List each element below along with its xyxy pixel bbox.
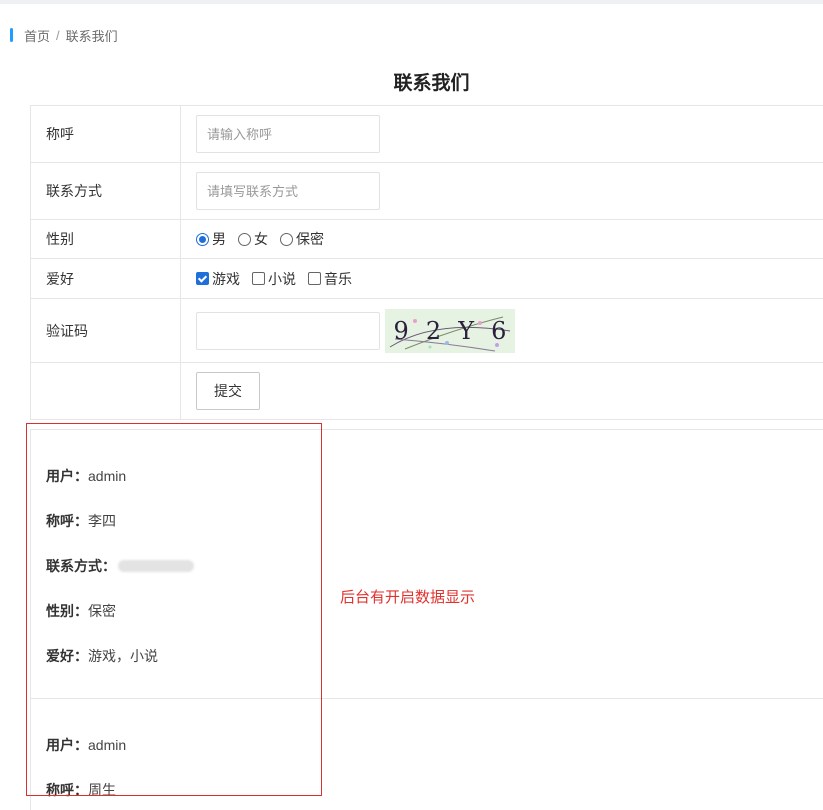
record-user-label: 用户： [46,737,88,753]
breadcrumb: 首页 / 联系我们 [10,26,118,45]
contact-form: 称呼 联系方式 性别 男 女 保密 爱好 [30,105,823,420]
nickname-row: 称呼 [31,106,823,163]
captcha-characters: 9 2 Y 6 [385,309,515,353]
hobby-option-game[interactable]: 游戏 [196,269,240,289]
submit-button[interactable]: 提交 [196,372,260,410]
radio-selected-icon[interactable] [196,232,209,246]
breadcrumb-marker [10,28,13,42]
records-list: 用户： admin 称呼： 李四 联系方式： 性别： 保密 爱好： 游戏，小说 … [30,429,823,810]
radio-icon[interactable] [280,232,293,246]
gender-option-label: 女 [254,231,268,247]
top-bar [0,0,823,4]
hobby-option-label: 音乐 [324,270,352,287]
annotation-text: 后台有开启数据显示 [340,589,476,606]
breadcrumb-home-link[interactable]: 首页 [24,26,50,45]
gender-option-male[interactable]: 男 [196,229,226,249]
gender-label: 性别 [31,220,181,258]
contact-row: 联系方式 [31,163,823,220]
page-title: 联系我们 [393,73,470,94]
record-contact: 联系方式： [46,556,194,576]
captcha-char: 2 [425,316,442,345]
nickname-label: 称呼 [31,106,181,162]
record-nickname-value: 李四 [88,513,116,529]
hobby-option-label: 小说 [268,270,296,287]
record-hobby: 爱好： 游戏，小说 [46,646,158,666]
nickname-input[interactable] [196,115,380,153]
breadcrumb-current: 联系我们 [65,28,118,44]
captcha-char: 6 [491,316,507,345]
captcha-row: 验证码 9 2 Y 6 [31,299,823,363]
contact-label: 联系方式 [31,163,181,219]
record-gender-label: 性别： [46,603,88,619]
radio-icon[interactable] [238,232,251,246]
record-nickname-label: 称呼： [46,782,88,798]
record-contact-redacted [118,560,194,572]
gender-option-secret[interactable]: 保密 [280,229,324,249]
checkbox-icon[interactable] [252,272,265,285]
checkbox-checked-icon[interactable] [196,272,209,285]
hobby-option-novel[interactable]: 小说 [252,269,296,289]
breadcrumb-separator: / [56,27,60,43]
hobby-row: 爱好 游戏 小说 音乐 [31,259,823,299]
record-user-label: 用户： [46,468,88,484]
record-nickname-value: 周生 [88,782,116,798]
hobby-label: 爱好 [31,259,181,298]
captcha-image[interactable]: 9 2 Y 6 [385,308,515,353]
record-user-value: admin [88,737,127,753]
record-user: 用户： admin [46,735,126,755]
submit-label-cell [31,363,181,419]
submit-row: 提交 [31,363,823,420]
record-user-value: admin [88,468,127,484]
gender-row: 性别 男 女 保密 [31,220,823,259]
record-nickname: 称呼： 周生 [46,780,116,800]
checkbox-icon[interactable] [308,272,321,285]
record-divider [31,698,823,699]
contact-input[interactable] [196,172,380,210]
hobby-option-music[interactable]: 音乐 [308,269,352,289]
captcha-char: 9 [393,316,409,345]
captcha-label: 验证码 [31,299,181,362]
gender-option-label: 男 [212,231,226,247]
record-nickname-label: 称呼： [46,513,88,529]
record-nickname: 称呼： 李四 [46,511,116,531]
gender-option-female[interactable]: 女 [238,229,268,249]
captcha-input[interactable] [196,311,380,350]
record-user: 用户： admin [46,466,126,486]
record-gender-value: 保密 [88,603,116,619]
hobby-option-label: 游戏 [212,270,240,287]
gender-option-label: 保密 [296,231,324,247]
record-hobby-value: 游戏，小说 [88,648,158,664]
record-gender: 性别： 保密 [46,601,116,621]
record-hobby-label: 爱好： [46,648,88,664]
captcha-char: Y [458,316,475,345]
record-contact-label: 联系方式： [46,558,116,574]
